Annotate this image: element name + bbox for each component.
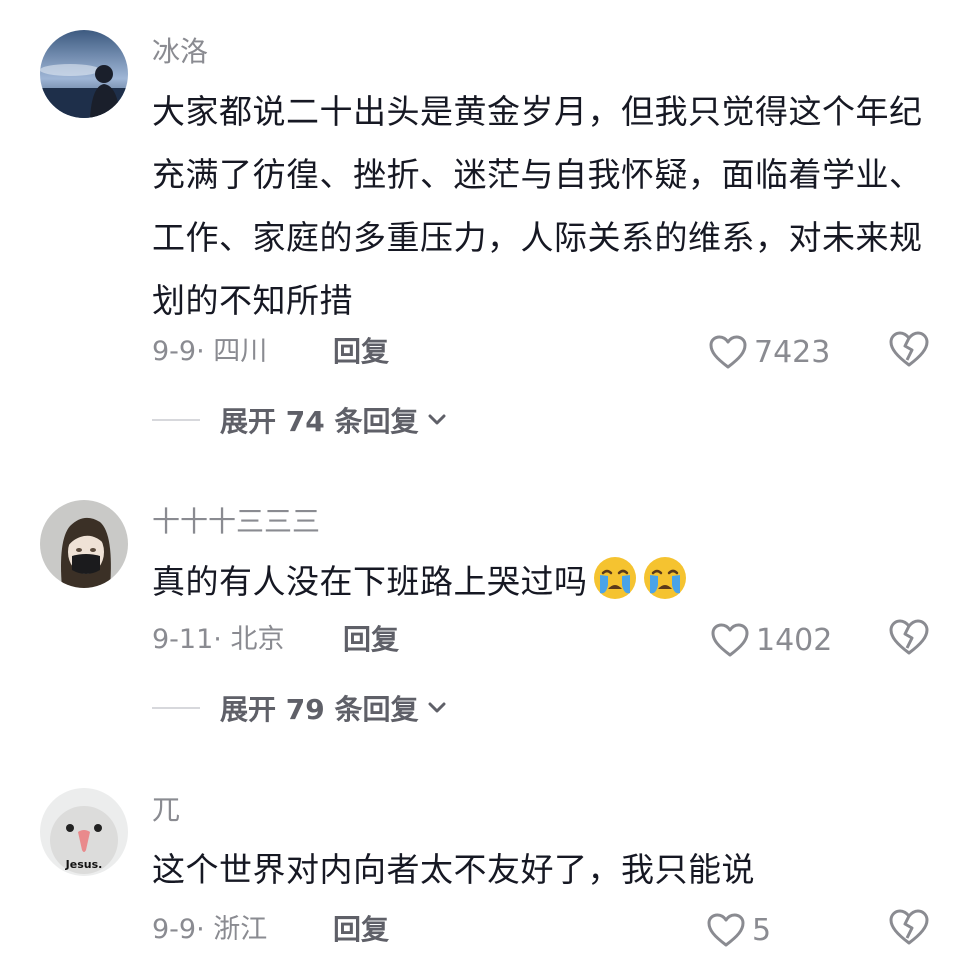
like-button[interactable]: 1402 xyxy=(710,618,832,662)
broken-heart-icon xyxy=(889,909,929,945)
comment-date: 9-9 xyxy=(152,336,197,367)
avatar[interactable] xyxy=(40,500,128,588)
crying-face-emoji-icon xyxy=(643,557,686,599)
divider xyxy=(152,707,200,709)
comment-location: 四川 xyxy=(213,336,268,367)
username[interactable]: 十十十三三三 xyxy=(152,502,320,542)
comment-meta: 9-11· 北京 xyxy=(152,620,284,660)
reply-button[interactable]: 回复 xyxy=(333,332,389,372)
comment-meta: 9-9· 四川 xyxy=(152,332,267,372)
dislike-button[interactable] xyxy=(888,330,932,374)
username[interactable]: 冰洛 xyxy=(152,32,208,72)
divider xyxy=(152,419,200,421)
broken-heart-icon xyxy=(889,331,929,367)
like-count: 7423 xyxy=(754,334,831,370)
night-sky-portrait-avatar-icon xyxy=(40,30,128,118)
meta-separator: · xyxy=(196,914,214,945)
like-count: 5 xyxy=(752,912,772,948)
reply-button[interactable]: 回复 xyxy=(343,620,399,660)
expand-replies-label: 展开 79 条回复 xyxy=(220,693,419,726)
avatar[interactable]: Jesus. xyxy=(40,788,128,876)
heart-icon xyxy=(707,913,745,947)
like-button[interactable]: 5 xyxy=(706,908,771,952)
meta-separator: · xyxy=(196,336,214,367)
crying-face-emoji-icon xyxy=(593,557,636,599)
chevron-down-icon xyxy=(428,702,446,713)
expand-replies-button[interactable]: 展开 74 条回复 xyxy=(152,398,446,442)
comment-location: 北京 xyxy=(230,624,285,655)
dislike-button[interactable] xyxy=(888,908,932,952)
avatar-caption: Jesus. xyxy=(65,858,103,871)
comment-date: 9-11 xyxy=(152,624,214,655)
username[interactable]: 兀 xyxy=(152,790,180,830)
comment-text: 这个世界对内向者太不友好了，我只能说 xyxy=(152,850,755,889)
broken-heart-icon xyxy=(889,619,929,655)
expand-replies-button[interactable]: 展开 79 条回复 xyxy=(152,686,446,730)
bird-jesus-meme-avatar-icon: Jesus. xyxy=(40,788,128,876)
like-count: 1402 xyxy=(756,622,833,658)
meta-separator: · xyxy=(213,624,231,655)
comment-meta: 9-9· 浙江 xyxy=(152,910,267,950)
reply-button[interactable]: 回复 xyxy=(333,910,389,950)
comment-text-content: 真的有人没在下班路上哭过吗 xyxy=(152,562,588,601)
avatar[interactable] xyxy=(40,30,128,118)
expand-replies-label: 展开 74 条回复 xyxy=(220,405,419,438)
chevron-down-icon xyxy=(428,414,446,425)
comment-text: 大家都说二十出头是黄金岁月，但我只觉得这个年纪充满了彷徨、挫折、迷茫与自我怀疑，… xyxy=(152,92,923,320)
comment-location: 浙江 xyxy=(213,914,268,945)
heart-icon xyxy=(709,335,747,369)
like-button[interactable]: 7423 xyxy=(708,330,830,374)
dislike-button[interactable] xyxy=(888,618,932,662)
comment-text: 真的有人没在下班路上哭过吗 xyxy=(152,550,932,613)
heart-icon xyxy=(711,623,749,657)
masked-girl-illustration-avatar-icon xyxy=(40,500,128,588)
comment-date: 9-9 xyxy=(152,914,197,945)
